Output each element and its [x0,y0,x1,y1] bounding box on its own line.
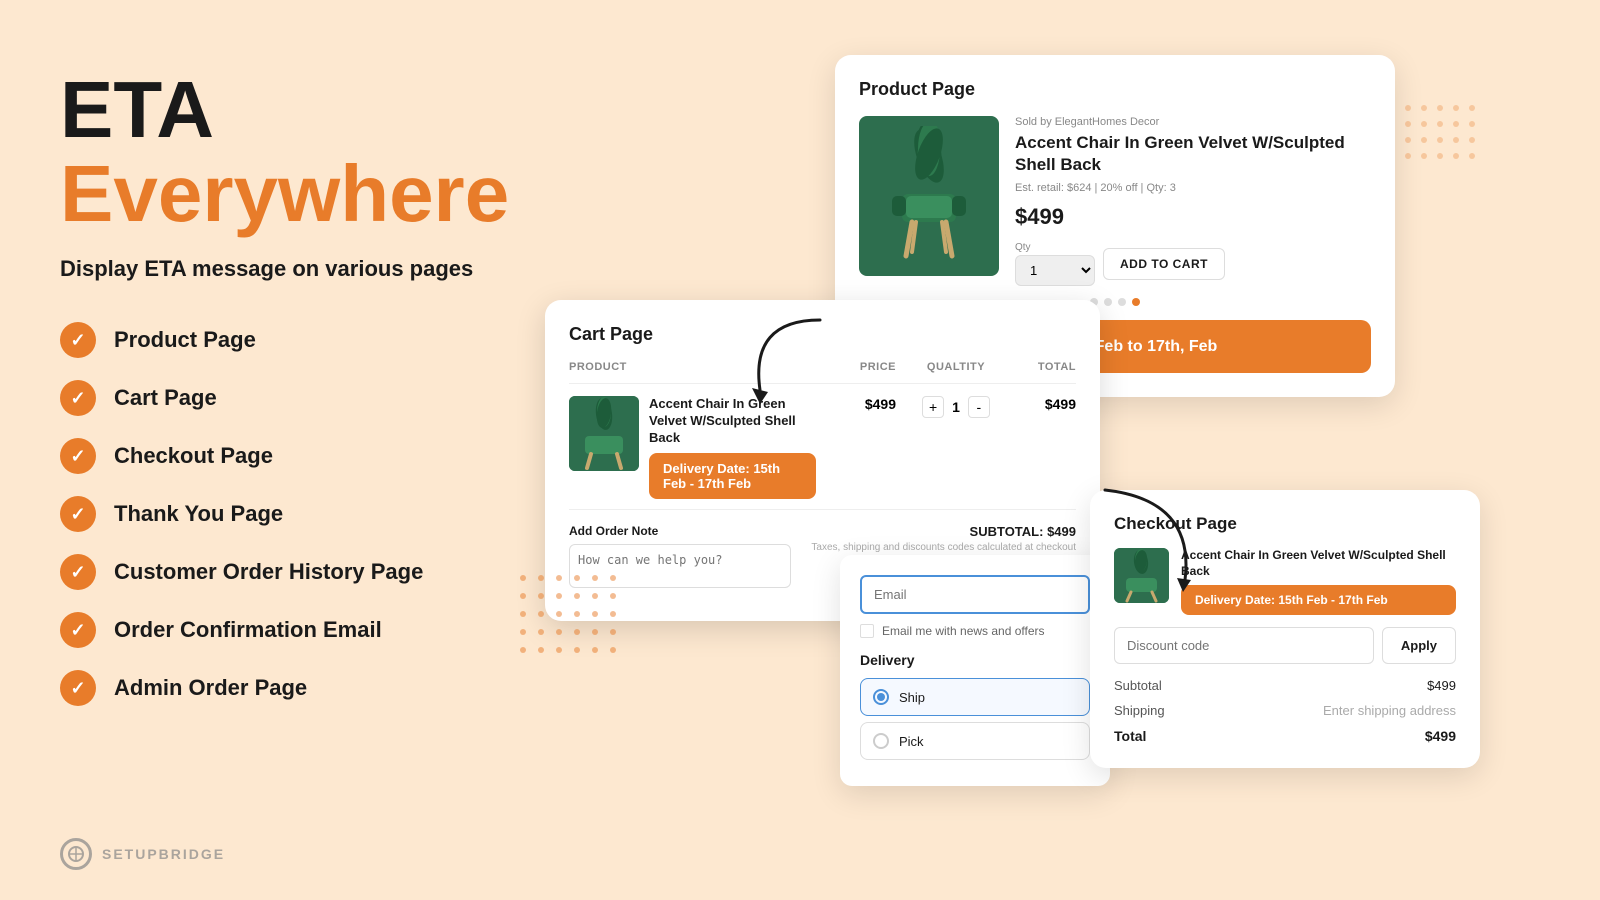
col-total: TOTAL [1016,361,1076,373]
dots-decoration-right [1400,100,1480,185]
list-item: Product Page [60,322,540,358]
feature-label: Order Confirmation Email [114,617,382,643]
check-icon [60,612,96,648]
product-image [859,116,999,276]
ship-option[interactable]: Ship [860,678,1090,716]
shipping-label: Shipping [1114,703,1165,718]
qty-value: 1 [952,399,960,415]
feature-label: Product Page [114,327,256,353]
checkout-mid-card: Email me with news and offers Delivery S… [840,555,1110,786]
discount-row: Apply [1114,627,1456,664]
list-item: Thank You Page [60,496,540,532]
discount-input[interactable] [1114,627,1374,664]
cart-total-value: $499 [1016,396,1076,412]
left-panel: ETA Everywhere Display ETA message on va… [60,70,540,706]
check-icon [60,322,96,358]
subtotal-row: SUBTOTAL: $499 [811,524,1076,539]
qty-select[interactable]: 123 [1015,255,1095,286]
logo: SETUPBRIDGE [60,838,225,870]
logo-circle [60,838,92,870]
checkout-delivery-banner: Delivery Date: 15th Feb - 17th Feb [1181,585,1456,615]
eta-title: ETA [60,70,540,150]
logo-text: SETUPBRIDGE [102,846,225,862]
checkout-product-name: Accent Chair In Green Velvet W/Sculpted … [1181,548,1456,579]
product-price: $499 [1015,204,1371,230]
feature-label: Checkout Page [114,443,273,469]
apply-button[interactable]: Apply [1382,627,1456,664]
product-page-title: Product Page [859,79,1371,100]
product-meta: Est. retail: $624 | 20% off | Qty: 3 [1015,182,1371,194]
product-name: Accent Chair In Green Velvet W/Sculpted … [1015,132,1371,176]
check-icon [60,670,96,706]
dots-decoration: // inline dots [515,570,625,675]
subtotal-label: Subtotal [1114,678,1162,693]
total-value: $499 [1425,728,1456,744]
arrow-1 [730,310,850,415]
everywhere-title: Everywhere [60,150,540,238]
email-checkbox-row: Email me with news and offers [860,624,1090,638]
check-icon [60,438,96,474]
dot [1118,298,1126,306]
subtitle: Display ETA message on various pages [60,256,540,282]
pick-option[interactable]: Pick [860,722,1090,760]
dot [1104,298,1112,306]
cart-qty-controls: + 1 - [906,396,1006,418]
ship-radio[interactable] [873,689,889,705]
total-price-row: Total $499 [1114,728,1456,744]
qty-decrease-button[interactable]: + [922,396,944,418]
check-icon [60,380,96,416]
feature-label: Admin Order Page [114,675,307,701]
subtotal-note: Taxes, shipping and discounts codes calc… [811,542,1076,553]
list-item: Checkout Page [60,438,540,474]
cart-delivery-banner: Delivery Date: 15th Feb - 17th Feb [649,453,816,499]
check-icon [60,554,96,590]
subtotal-label: SUBTOTAL: [970,524,1044,539]
email-input[interactable] [860,575,1090,614]
dot-active [1132,298,1140,306]
check-icon [60,496,96,532]
subtotal-value: $499 [1427,678,1456,693]
col-quantity: QUALTITY [906,361,1006,373]
list-item: Cart Page [60,380,540,416]
sold-by-label: Sold by ElegantHomes Decor [1015,116,1371,128]
add-to-cart-button[interactable]: ADD TO CART [1103,248,1225,280]
checkout-product-info: Accent Chair In Green Velvet W/Sculpted … [1181,548,1456,615]
pick-radio[interactable] [873,733,889,749]
list-item: Order Confirmation Email [60,612,540,648]
shipping-price-row: Shipping Enter shipping address [1114,703,1456,718]
qty-increase-button[interactable]: - [968,396,990,418]
order-note-label: Add Order Note [569,524,791,538]
feature-list: Product Page Cart Page Checkout Page Tha… [60,322,540,706]
subtotal-price-row: Subtotal $499 [1114,678,1456,693]
feature-label: Thank You Page [114,501,283,527]
total-label: Total [1114,728,1146,744]
subtotal-value: $499 [1047,524,1076,539]
email-checkbox[interactable] [860,624,874,638]
email-checkbox-label: Email me with news and offers [882,624,1045,638]
feature-label: Cart Page [114,385,217,411]
list-item: Admin Order Page [60,670,540,706]
ship-label: Ship [899,690,925,705]
feature-label: Customer Order History Page [114,559,423,585]
price-breakdown: Subtotal $499 Shipping Enter shipping ad… [1114,678,1456,744]
pick-label: Pick [899,734,924,749]
shipping-value: Enter shipping address [1323,703,1456,718]
delivery-section-label: Delivery [860,652,1090,668]
cart-item-image [569,396,639,471]
arrow-2 [1095,480,1205,605]
list-item: Customer Order History Page [60,554,540,590]
